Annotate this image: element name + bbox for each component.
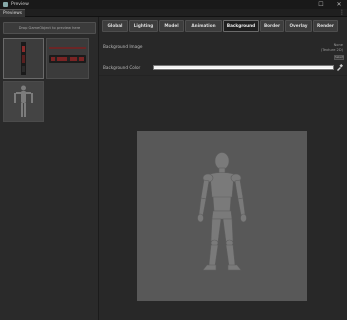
thumbnail-image [4,82,43,121]
more-menu-icon[interactable]: ⋮ [339,9,345,17]
background-image-value[interactable]: None (Texture 2D) [321,43,343,53]
tab-previews[interactable]: Previews [0,9,25,17]
background-color-field[interactable] [153,65,334,70]
background-color-label: Background Color [103,65,141,70]
maximize-button[interactable]: ☐ [317,0,325,9]
tab-model[interactable]: Model [159,20,184,32]
eyedropper-icon[interactable] [336,63,344,71]
tab-overlay[interactable]: Overlay [285,20,312,32]
preview-settings-panel: Global Lighting Model Animation Backgrou… [99,17,347,320]
close-button[interactable]: ✕ [335,0,343,9]
thumbnail-image [47,39,88,78]
editor-tab-row: Previews ⋮ [0,9,347,17]
divider [99,75,347,76]
thumbnail-item[interactable] [3,81,44,122]
window-title: Preview [11,2,29,7]
preview-viewport [137,131,307,301]
color-alpha-bar [154,68,333,69]
tab-global[interactable]: Global [102,20,128,32]
title-bar: Preview ☐ ✕ [0,0,347,9]
tab-border[interactable]: Border [260,20,284,32]
thumbnail-item[interactable] [3,38,44,79]
background-image-label: Background Image [103,44,143,49]
tab-animation[interactable]: Animation [185,20,222,32]
thumbnail-image [4,39,43,78]
window-controls: ☐ ✕ [317,0,343,9]
settings-tabs: Global Lighting Model Animation Backgrou… [102,20,338,32]
tab-background[interactable]: Background [223,20,259,32]
tab-lighting[interactable]: Lighting [129,20,158,32]
thumbnail-item[interactable] [46,38,89,79]
preview-list-panel: Drop GameObject to preview here [0,17,99,320]
preview-icon [3,2,8,7]
drop-zone[interactable]: Drop GameObject to preview here [3,22,96,34]
character-model [137,131,307,301]
select-button[interactable]: Select [334,55,344,60]
tab-render[interactable]: Render [313,20,338,32]
